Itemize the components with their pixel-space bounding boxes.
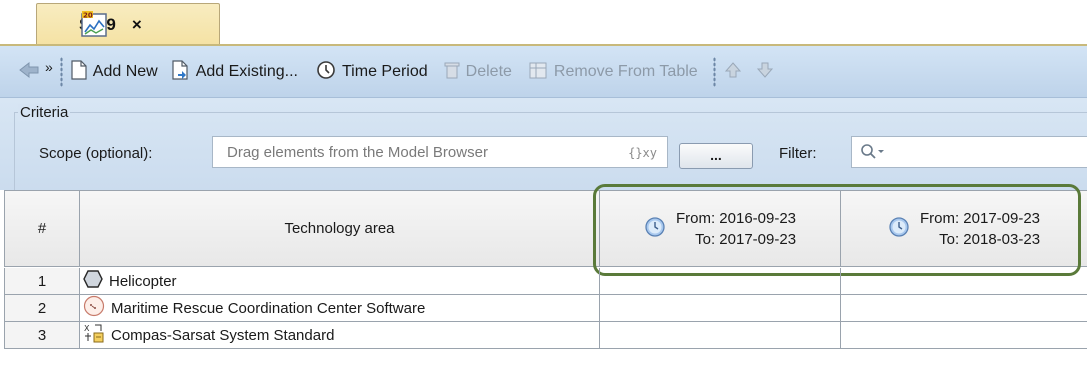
- move-down-button[interactable]: [753, 52, 777, 92]
- period-1-to: To: 2017-09-23: [695, 230, 797, 248]
- svg-text:20: 20: [83, 12, 93, 20]
- delete-button[interactable]: Delete: [441, 52, 515, 92]
- toolbar-separator: [59, 56, 63, 87]
- clock-icon: [644, 216, 666, 242]
- standard-icon: X: [83, 322, 105, 348]
- time-period-button[interactable]: Time Period: [313, 52, 431, 92]
- table-row[interactable]: 2 Maritime Rescue Coordination Center So…: [4, 295, 1087, 322]
- row-name: Compas-Sarsat System Standard: [111, 326, 335, 344]
- period-1-cell[interactable]: [600, 322, 841, 349]
- filter-label: Filter:: [779, 145, 817, 162]
- delete-label: Delete: [465, 62, 512, 80]
- remove-from-table-label: Remove From Table: [553, 62, 698, 80]
- trash-icon: [444, 60, 460, 84]
- back-button[interactable]: [0, 52, 43, 92]
- table-row[interactable]: 3 X Compas-Sarsat System Standard: [4, 322, 1087, 349]
- move-up-button[interactable]: [721, 52, 745, 92]
- filter-input[interactable]: [851, 136, 1087, 168]
- arrow-down-icon: [756, 61, 774, 83]
- row-name-cell[interactable]: Maritime Rescue Coordination Center Soft…: [80, 295, 600, 322]
- add-new-label: Add New: [92, 62, 158, 80]
- svg-text:X: X: [84, 324, 90, 333]
- clock-icon: [888, 216, 910, 242]
- period-2-to: To: 2018-03-23: [939, 230, 1041, 248]
- period-1-cell[interactable]: [600, 268, 841, 295]
- criteria-title: Criteria: [18, 104, 71, 121]
- software-icon: [83, 295, 105, 321]
- sv9-table: # Technology area From: 2016-09-23 To: 2…: [4, 184, 1087, 374]
- row-name: Helicopter: [109, 272, 177, 290]
- toolbar: » Add New Add Existing... Time Period De…: [0, 46, 1087, 98]
- arrow-up-icon: [724, 61, 742, 83]
- period-2-from: From: 2017-09-23: [919, 209, 1041, 227]
- add-existing-label: Add Existing...: [195, 62, 298, 80]
- tab-sv9[interactable]: 20 SV-9 ×: [36, 3, 220, 45]
- search-icon[interactable]: [860, 143, 886, 165]
- clock-icon: [316, 60, 336, 84]
- column-header-period-1[interactable]: From: 2016-09-23 To: 2017-09-23: [600, 191, 841, 267]
- tab-strip: 20 SV-9 ×: [0, 0, 1087, 46]
- row-number: 2: [4, 295, 80, 322]
- column-header-period-2[interactable]: From: 2017-09-23 To: 2018-03-23: [841, 191, 1087, 267]
- period-2-cell[interactable]: [841, 295, 1087, 322]
- period-2-cell[interactable]: [841, 268, 1087, 295]
- row-name: Maritime Rescue Coordination Center Soft…: [111, 299, 426, 317]
- period-2-cell[interactable]: [841, 322, 1087, 349]
- time-period-label: Time Period: [342, 62, 428, 80]
- sv9-diagram-icon: 20: [81, 10, 109, 38]
- overflow-icon: »: [45, 58, 53, 75]
- scope-label: Scope (optional):: [39, 145, 153, 162]
- new-document-icon: [71, 59, 87, 84]
- row-number: 1: [4, 268, 80, 295]
- period-1-cell[interactable]: [600, 295, 841, 322]
- table-row[interactable]: 1 Helicopter: [4, 268, 1087, 295]
- row-number: 3: [4, 322, 80, 349]
- add-new-button[interactable]: Add New: [68, 52, 161, 92]
- row-name-cell[interactable]: Helicopter: [80, 268, 600, 295]
- overflow-button[interactable]: »: [43, 47, 55, 87]
- remove-from-table-button[interactable]: Remove From Table: [525, 52, 701, 92]
- add-existing-button[interactable]: Add Existing...: [169, 52, 301, 92]
- criteria-panel: Criteria Scope (optional): Drag elements…: [0, 98, 1087, 190]
- column-header-number[interactable]: #: [4, 191, 80, 267]
- scope-input[interactable]: Drag elements from the Model Browser {}x…: [212, 136, 668, 168]
- browse-button[interactable]: ...: [679, 143, 753, 169]
- scope-placeholder: Drag elements from the Model Browser: [227, 144, 488, 161]
- back-arrow-icon: [18, 61, 40, 83]
- toolbar-separator: [712, 56, 716, 87]
- column-header-technology-area[interactable]: Technology area: [80, 191, 600, 267]
- hexagon-icon: [83, 270, 103, 292]
- variable-icon[interactable]: {}xy: [628, 146, 657, 160]
- period-1-from: From: 2016-09-23: [675, 209, 797, 227]
- close-icon[interactable]: ×: [132, 15, 142, 35]
- remove-table-icon: [528, 60, 548, 84]
- add-existing-icon: [172, 59, 190, 84]
- row-name-cell[interactable]: X Compas-Sarsat System Standard: [80, 322, 600, 349]
